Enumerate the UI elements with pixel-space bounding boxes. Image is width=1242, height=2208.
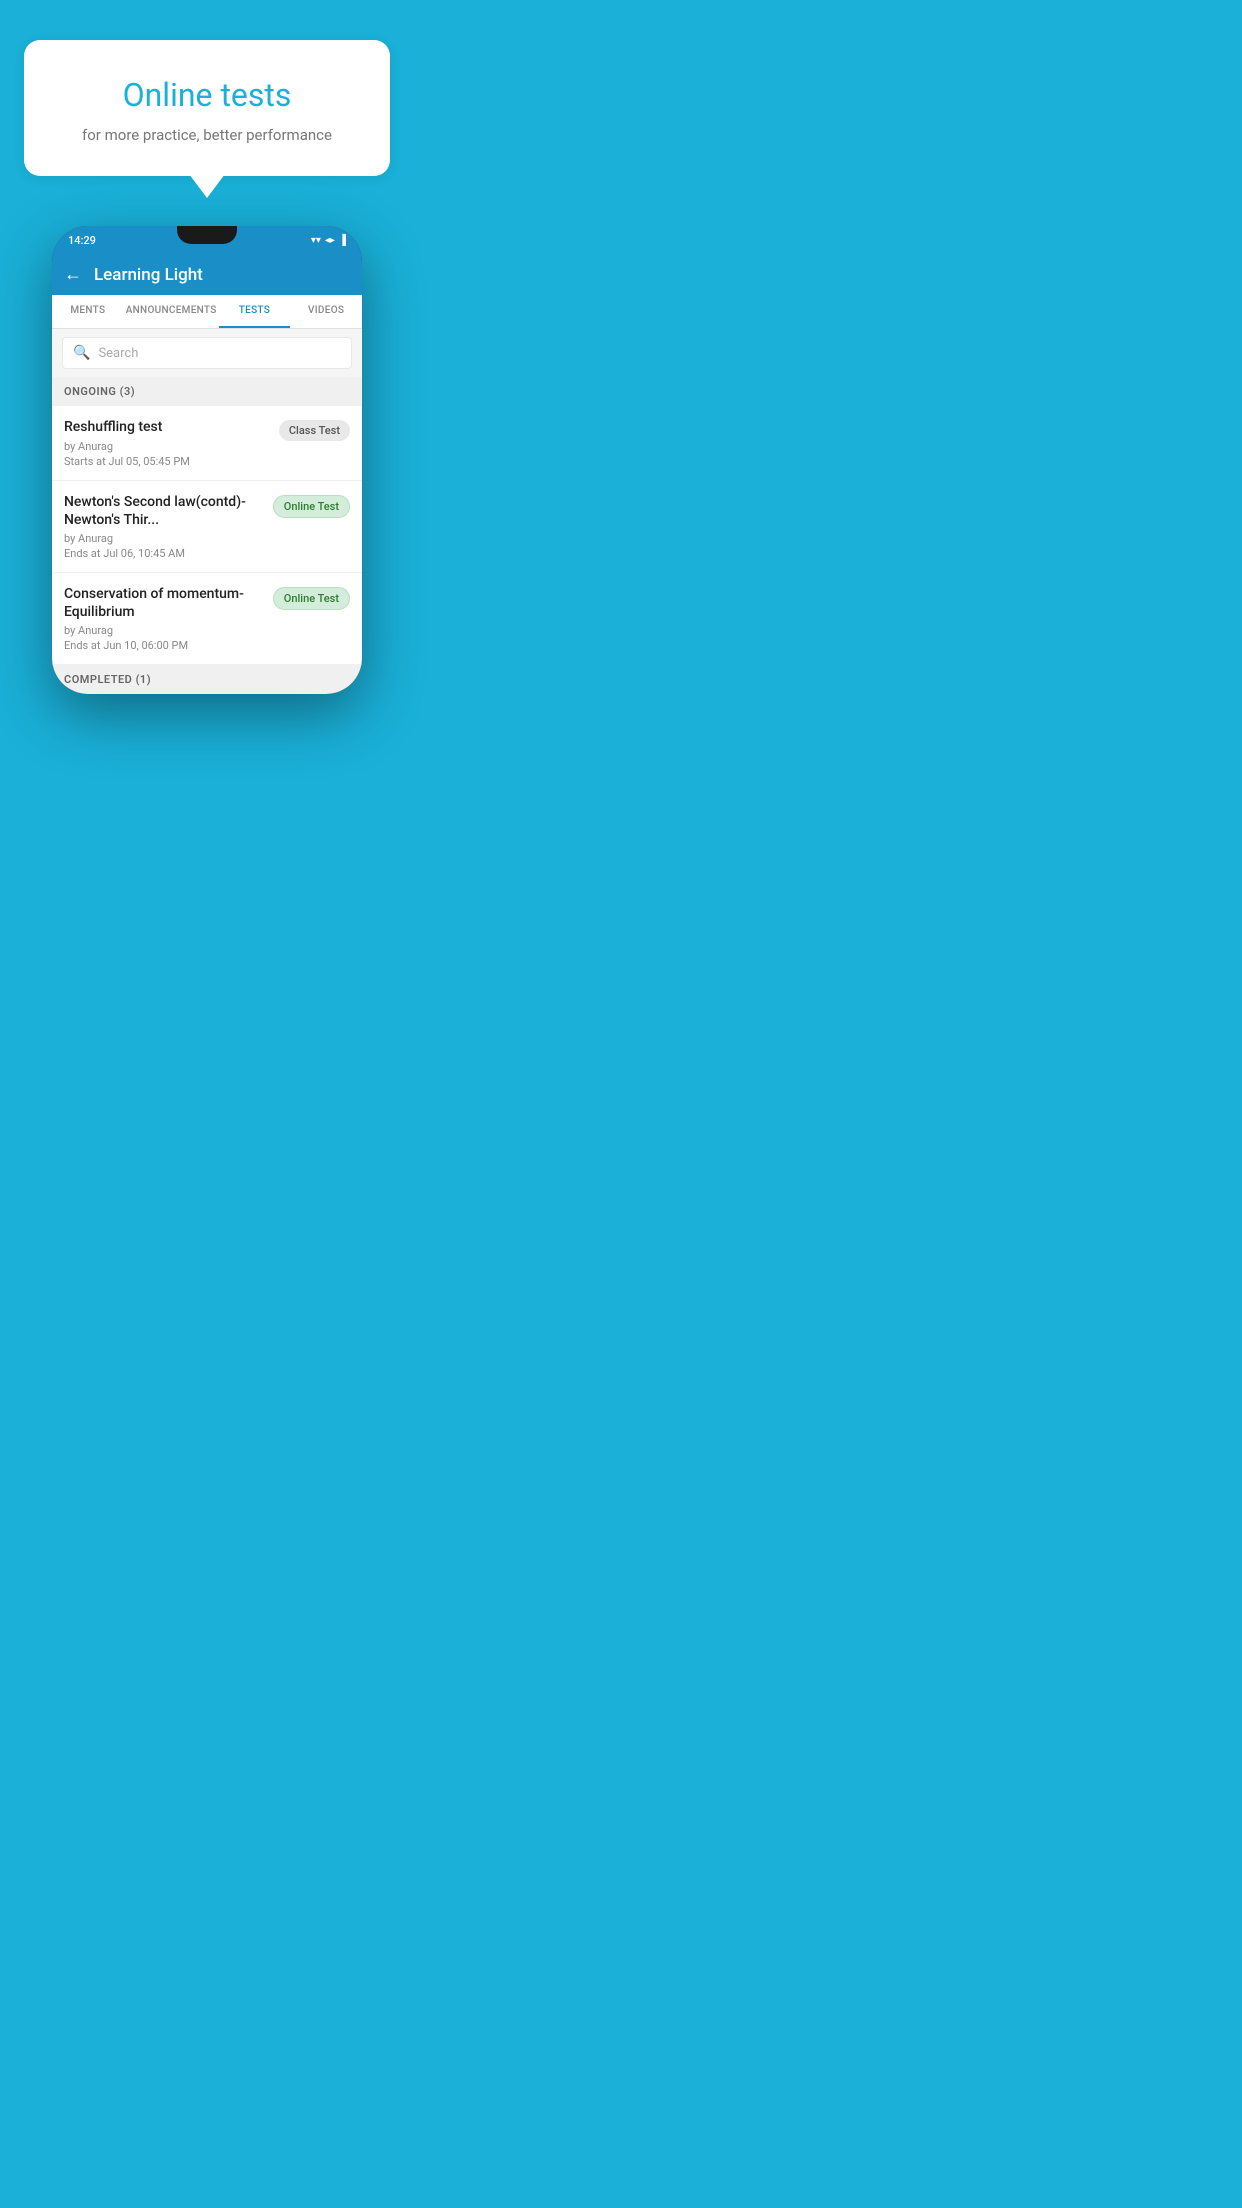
back-button[interactable]: ← bbox=[64, 264, 82, 285]
test-date-2: Ends at Jul 06, 10:45 AM bbox=[64, 547, 265, 560]
phone-notch bbox=[177, 226, 237, 244]
search-icon: 🔍 bbox=[73, 345, 90, 361]
test-date-3: Ends at Jun 10, 06:00 PM bbox=[64, 639, 265, 652]
phone-frame: 14:29 ▾▾ ◂▸ ▐ ← Learning Light MENTS ANN… bbox=[52, 226, 362, 694]
test-item-conservation[interactable]: Conservation of momentum-Equilibrium by … bbox=[52, 573, 362, 665]
speech-bubble: Online tests for more practice, better p… bbox=[24, 40, 390, 176]
phone-wrapper: 14:29 ▾▾ ◂▸ ▐ ← Learning Light MENTS ANN… bbox=[52, 226, 362, 694]
status-icons: ▾▾ ◂▸ ▐ bbox=[311, 235, 346, 246]
search-placeholder: Search bbox=[98, 346, 138, 361]
test-item-reshuffling[interactable]: Reshuffling test by Anurag Starts at Jul… bbox=[52, 406, 362, 480]
test-name-3: Conservation of momentum-Equilibrium bbox=[64, 585, 265, 621]
completed-section-header: COMPLETED (1) bbox=[52, 665, 362, 694]
test-info-2: Newton's Second law(contd)-Newton's Thir… bbox=[64, 493, 273, 560]
tab-announcements[interactable]: ANNOUNCEMENTS bbox=[124, 295, 219, 328]
test-list: Reshuffling test by Anurag Starts at Jul… bbox=[52, 406, 362, 665]
ongoing-section-header: ONGOING (3) bbox=[52, 377, 362, 406]
test-item-newton[interactable]: Newton's Second law(contd)-Newton's Thir… bbox=[52, 481, 362, 573]
app-bar: ← Learning Light bbox=[52, 254, 362, 295]
tab-ments[interactable]: MENTS bbox=[52, 295, 124, 328]
search-box[interactable]: 🔍 Search bbox=[62, 337, 352, 369]
tab-tests[interactable]: TESTS bbox=[219, 295, 291, 328]
test-by-1: by Anurag bbox=[64, 440, 271, 453]
badge-online-test-2: Online Test bbox=[273, 495, 350, 518]
test-date-1: Starts at Jul 05, 05:45 PM bbox=[64, 455, 271, 468]
test-info-3: Conservation of momentum-Equilibrium by … bbox=[64, 585, 273, 652]
battery-icon: ▐ bbox=[339, 235, 346, 246]
test-name-1: Reshuffling test bbox=[64, 418, 271, 436]
test-by-3: by Anurag bbox=[64, 624, 265, 637]
tab-videos[interactable]: VIDEOS bbox=[290, 295, 362, 328]
hero-section: Online tests for more practice, better p… bbox=[0, 0, 414, 176]
app-title: Learning Light bbox=[94, 265, 203, 285]
status-time: 14:29 bbox=[68, 234, 96, 247]
search-container: 🔍 Search bbox=[52, 329, 362, 377]
bubble-title: Online tests bbox=[56, 76, 358, 114]
test-by-2: by Anurag bbox=[64, 532, 265, 545]
signal-icon: ◂▸ bbox=[325, 235, 335, 246]
test-info-1: Reshuffling test by Anurag Starts at Jul… bbox=[64, 418, 279, 467]
tabs-bar: MENTS ANNOUNCEMENTS TESTS VIDEOS bbox=[52, 295, 362, 329]
wifi-icon: ▾▾ bbox=[311, 235, 321, 246]
test-name-2: Newton's Second law(contd)-Newton's Thir… bbox=[64, 493, 265, 529]
badge-class-test-1: Class Test bbox=[279, 420, 350, 441]
badge-online-test-3: Online Test bbox=[273, 587, 350, 610]
bubble-subtitle: for more practice, better performance bbox=[56, 126, 358, 144]
